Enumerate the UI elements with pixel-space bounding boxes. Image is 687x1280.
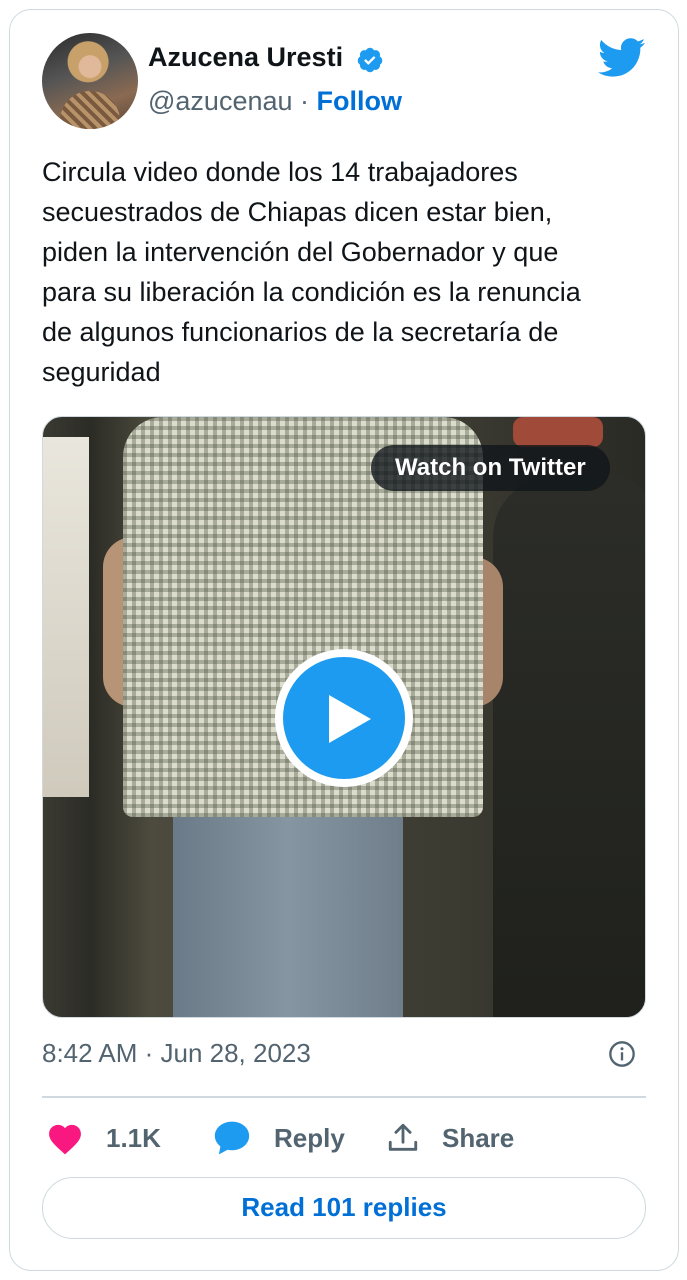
avatar-figure (60, 91, 120, 129)
divider (42, 1096, 646, 1098)
avatar[interactable] (42, 33, 138, 129)
handle-row: @azucenau · Follow (148, 86, 402, 117)
video-thumbnail[interactable]: Watch on Twitter (42, 416, 646, 1018)
play-icon (329, 695, 371, 743)
share-icon (388, 1123, 418, 1151)
reply-bubble-icon (214, 1121, 250, 1155)
follow-link[interactable]: Follow (317, 86, 402, 116)
twitter-bird-icon[interactable] (598, 38, 646, 78)
like-count: 1.1K (106, 1122, 161, 1153)
tweet-line: Circula video donde los 14 trabajadores (42, 157, 518, 187)
play-button[interactable] (275, 649, 413, 787)
tweet-line: piden la intervención del Gobernador y q… (42, 237, 559, 267)
play-circle (283, 657, 405, 779)
tweet-timestamp[interactable]: 8:42 AM · Jun 28, 2023 (42, 1038, 311, 1069)
separator-dot: · (300, 86, 310, 116)
reply-action[interactable]: Reply (212, 1116, 345, 1160)
tweet-line: de algunos funcionarios de la secretaría… (42, 317, 559, 347)
tweet-text: Circula video donde los 14 trabajadores … (42, 152, 647, 392)
tweet-line: para su liberación la condición es la re… (42, 277, 581, 307)
tweet-line: seguridad (42, 357, 161, 387)
tweet-line: secuestrados de Chiapas dicen estar bien… (42, 197, 553, 227)
info-icon[interactable] (608, 1040, 636, 1068)
watch-on-twitter-button[interactable]: Watch on Twitter (371, 445, 610, 491)
share-label: Share (442, 1122, 515, 1153)
background-shape (513, 417, 603, 447)
like-action[interactable]: 1.1K (46, 1116, 161, 1160)
background-person (493, 477, 645, 1017)
reply-label: Reply (274, 1122, 345, 1153)
background-figure (43, 437, 89, 797)
heart-icon (49, 1124, 81, 1155)
verified-badge-icon (357, 47, 383, 73)
read-replies-button[interactable]: Read 101 replies (42, 1177, 646, 1239)
author-handle[interactable]: @azucenau (148, 86, 293, 116)
share-action[interactable]: Share (386, 1116, 514, 1160)
author-name[interactable]: Azucena Uresti (148, 42, 343, 73)
